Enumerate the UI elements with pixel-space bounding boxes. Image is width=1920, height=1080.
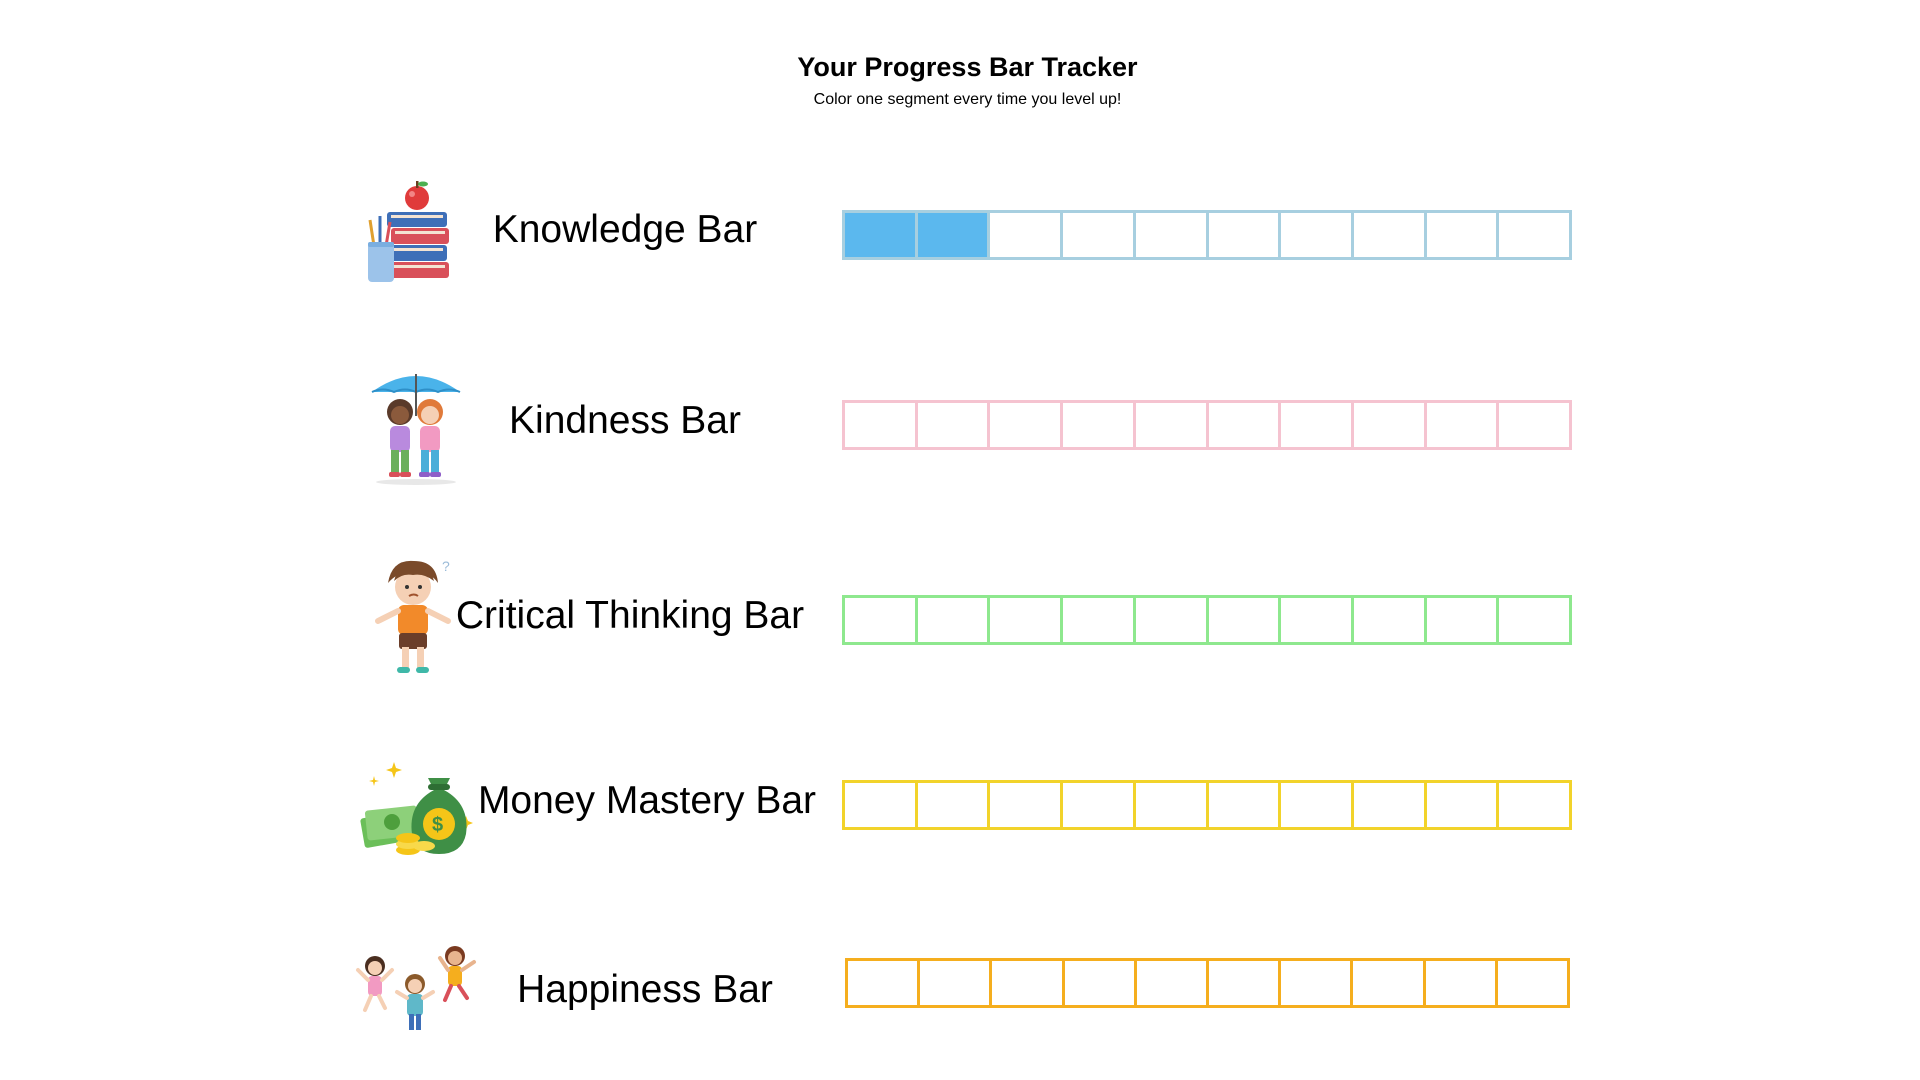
progress-segment[interactable]	[1426, 780, 1500, 830]
progress-segment[interactable]	[1353, 958, 1426, 1008]
progress-segment[interactable]	[1208, 780, 1282, 830]
page-subtitle: Color one segment every time you level u…	[813, 91, 1122, 108]
tracker-row-money-mastery: $ Money Mastery Bar	[0, 750, 1920, 880]
progress-segment[interactable]	[1499, 210, 1573, 260]
progress-segment[interactable]	[1353, 400, 1427, 450]
progress-segment[interactable]	[917, 210, 991, 260]
progress-segment[interactable]	[917, 780, 991, 830]
progress-segment[interactable]	[1208, 210, 1282, 260]
progress-segment[interactable]	[1426, 400, 1500, 450]
progress-segment[interactable]	[1135, 780, 1209, 830]
progress-segment[interactable]	[1281, 958, 1354, 1008]
progress-segment[interactable]	[920, 958, 993, 1008]
progress-segment[interactable]	[1281, 400, 1354, 450]
progress-segment[interactable]	[1281, 210, 1354, 260]
progress-segment[interactable]	[842, 210, 918, 260]
progress-segment[interactable]	[1353, 210, 1427, 260]
progress-segment[interactable]	[1208, 400, 1282, 450]
progress-segment[interactable]	[1281, 595, 1354, 645]
progress-segment[interactable]	[1063, 210, 1136, 260]
progress-segment[interactable]	[1499, 400, 1573, 450]
progress-segment[interactable]	[1063, 595, 1136, 645]
progress-segment[interactable]	[842, 780, 918, 830]
tracker-row-critical-thinking: ? Critical Thinking Bar	[0, 555, 1920, 685]
kindness-progress-bar[interactable]	[842, 400, 1573, 450]
progress-segment[interactable]	[990, 400, 1064, 450]
progress-segment[interactable]	[1425, 958, 1498, 1008]
progress-segment[interactable]	[1281, 780, 1354, 830]
critical-thinking-bar-label: Critical Thinking Bar	[455, 594, 805, 637]
progress-segment[interactable]	[1064, 958, 1137, 1008]
progress-segment[interactable]	[1208, 595, 1282, 645]
progress-segment[interactable]	[917, 595, 991, 645]
progress-segment[interactable]	[1497, 958, 1571, 1008]
tracker-row-happiness: Happiness Bar	[0, 940, 1920, 1070]
progress-segment[interactable]	[1499, 595, 1573, 645]
progress-segment[interactable]	[990, 780, 1064, 830]
progress-segment[interactable]	[1135, 595, 1209, 645]
progress-segment[interactable]	[1135, 400, 1209, 450]
tracker-row-kindness: Kindness Bar	[0, 360, 1920, 490]
progress-segment[interactable]	[1353, 780, 1427, 830]
progress-segment[interactable]	[1353, 595, 1427, 645]
knowledge-progress-bar[interactable]	[842, 210, 1573, 260]
tracker-row-knowledge: Knowledge Bar	[0, 170, 1920, 300]
progress-segment[interactable]	[992, 958, 1065, 1008]
progress-segment[interactable]	[1426, 595, 1500, 645]
happiness-progress-bar[interactable]	[845, 958, 1571, 1008]
page-title: Your Progress Bar Tracker	[797, 52, 1138, 82]
progress-segment[interactable]	[1209, 958, 1282, 1008]
progress-segment[interactable]	[990, 595, 1064, 645]
money-mastery-bar-label: Money Mastery Bar	[477, 779, 817, 822]
progress-segment[interactable]	[917, 400, 991, 450]
progress-segment[interactable]	[1426, 210, 1500, 260]
progress-segment[interactable]	[1499, 780, 1573, 830]
money-mastery-progress-bar[interactable]	[842, 780, 1573, 830]
progress-segment[interactable]	[842, 595, 918, 645]
progress-segment[interactable]	[1063, 400, 1136, 450]
svg-text:?: ?	[442, 558, 450, 574]
progress-segment[interactable]	[1063, 780, 1136, 830]
progress-segment[interactable]	[845, 958, 921, 1008]
critical-thinking-progress-bar[interactable]	[842, 595, 1573, 645]
knowledge-bar-label: Knowledge Bar	[492, 208, 758, 251]
progress-segment[interactable]	[842, 400, 918, 450]
progress-segment[interactable]	[1135, 210, 1209, 260]
kindness-bar-label: Kindness Bar	[509, 399, 741, 442]
progress-segment[interactable]	[990, 210, 1064, 260]
progress-segment[interactable]	[1136, 958, 1210, 1008]
happiness-bar-label: Happiness Bar	[517, 968, 773, 1011]
